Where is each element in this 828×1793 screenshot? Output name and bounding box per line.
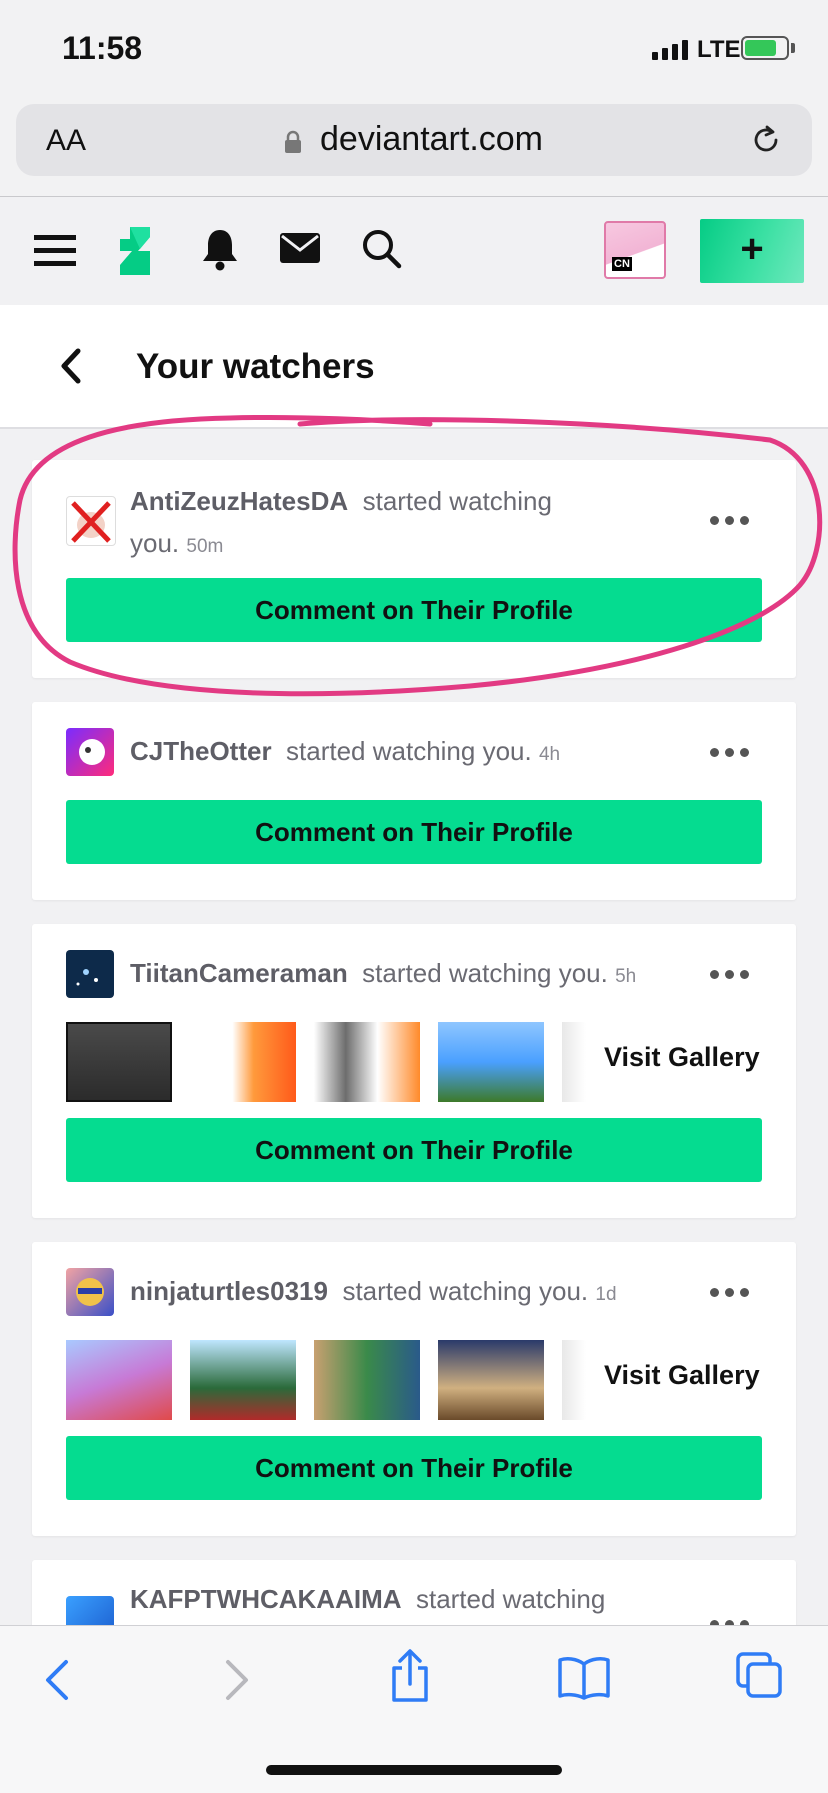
battery-icon — [741, 36, 789, 60]
text-size-label: AA — [46, 124, 87, 157]
gallery-thumbnail[interactable] — [190, 1022, 296, 1102]
create-label: + — [740, 227, 764, 271]
forward-icon[interactable] — [222, 1656, 252, 1704]
more-options-icon[interactable] — [710, 748, 750, 760]
home-indicator — [266, 1765, 562, 1775]
status-time: 11:58 — [62, 30, 143, 66]
comment-profile-button[interactable]: Comment on Their Profile — [66, 1436, 762, 1500]
watcher-text: TiitanCameraman started watching you. 5h — [130, 952, 690, 998]
browser-address-area: AA deviantart.com — [0, 100, 828, 197]
back-icon[interactable] — [42, 1656, 72, 1704]
site-header: CN + — [0, 197, 828, 305]
gallery-thumbnail-faded — [562, 1022, 586, 1102]
back-arrow-icon[interactable] — [56, 347, 86, 385]
battery-nub — [791, 43, 795, 53]
timestamp: 4h — [538, 744, 561, 765]
watcher-card: ninjaturtles0319 started watching you. 1… — [32, 1242, 796, 1536]
bell-icon[interactable] — [200, 227, 240, 271]
deviantart-logo[interactable] — [116, 225, 154, 277]
gallery-thumbnail-faded — [562, 1340, 586, 1420]
avatar[interactable] — [66, 728, 114, 776]
gallery-thumbnail[interactable] — [66, 1022, 172, 1102]
visit-gallery-link[interactable]: Visit Gallery — [604, 1360, 760, 1391]
watcher-text: KAFPTWHCAKAAIMA started watching — [130, 1578, 690, 1620]
gallery-thumbnails: Visit Gallery — [66, 1022, 762, 1102]
timestamp: 50m — [186, 536, 224, 557]
watch-action: started watching you. — [286, 736, 532, 766]
gallery-thumbnails: Visit Gallery — [66, 1340, 762, 1420]
username-link[interactable]: AntiZeuzHatesDA — [130, 486, 348, 516]
network-label: LTE — [697, 36, 741, 63]
create-button[interactable]: + — [700, 219, 804, 283]
gallery-thumbnail[interactable] — [190, 1340, 296, 1420]
more-options-icon[interactable] — [710, 1288, 750, 1300]
user-avatar[interactable]: CN — [604, 221, 666, 279]
watcher-card: TiitanCameraman started watching you. 5h… — [32, 924, 796, 1218]
username-link[interactable]: ninjaturtles0319 — [130, 1276, 328, 1306]
watcher-card: AntiZeuzHatesDA started watching you. 50… — [32, 460, 796, 678]
menu-icon[interactable] — [34, 233, 76, 269]
page-title: Your watchers — [136, 347, 375, 386]
url-text: deviantart.com — [320, 120, 543, 158]
bookmarks-icon[interactable] — [558, 1656, 610, 1700]
watcher-card: CJTheOtter started watching you. 4h Comm… — [32, 702, 796, 900]
reload-icon[interactable] — [748, 122, 784, 158]
watcher-text: ninjaturtles0319 started watching you. 1… — [130, 1270, 690, 1316]
gallery-thumbnail[interactable] — [314, 1340, 420, 1420]
mail-icon[interactable] — [280, 233, 320, 263]
timestamp: 1d — [595, 1284, 617, 1305]
watch-action: started watching you. — [362, 958, 608, 988]
watch-action-tail: you. — [130, 528, 180, 558]
more-options-icon[interactable] — [710, 970, 750, 982]
username-link[interactable]: KAFPTWHCAKAAIMA — [130, 1584, 402, 1614]
search-icon[interactable] — [360, 227, 402, 269]
lock-icon — [285, 130, 301, 153]
username-link[interactable]: TiitanCameraman — [130, 958, 348, 988]
watch-action: started watching — [415, 1584, 606, 1614]
status-bar: 11:58 LTE — [0, 0, 828, 100]
avatar[interactable] — [66, 496, 116, 546]
watch-action: started watching you. — [342, 1276, 589, 1306]
gallery-thumbnail[interactable] — [66, 1340, 172, 1420]
comment-profile-button[interactable]: Comment on Their Profile — [66, 800, 762, 864]
gallery-thumbnail[interactable] — [438, 1340, 544, 1420]
watcher-text: AntiZeuzHatesDA started watching you. 50… — [130, 480, 690, 568]
gallery-thumbnail[interactable] — [438, 1022, 544, 1102]
timestamp: 5h — [615, 966, 637, 987]
watch-action: started watching — [362, 486, 552, 516]
comment-profile-button[interactable]: Comment on Their Profile — [66, 1118, 762, 1182]
more-options-icon[interactable] — [710, 516, 750, 528]
signal-icon — [652, 40, 688, 60]
address-bar[interactable]: AA deviantart.com — [16, 104, 812, 176]
username-link[interactable]: CJTheOtter — [130, 736, 272, 766]
avatar[interactable] — [66, 1268, 114, 1316]
tabs-icon[interactable] — [736, 1652, 784, 1700]
share-icon[interactable] — [388, 1648, 432, 1704]
gallery-thumbnail[interactable] — [314, 1022, 420, 1102]
text-size-button[interactable]: AA — [46, 124, 86, 158]
visit-gallery-link[interactable]: Visit Gallery — [604, 1042, 760, 1073]
avatar[interactable] — [66, 950, 114, 998]
page-title-bar: Your watchers — [0, 305, 828, 429]
watcher-text: CJTheOtter started watching you. 4h — [130, 730, 690, 776]
comment-profile-button[interactable]: Comment on Their Profile — [66, 578, 762, 642]
